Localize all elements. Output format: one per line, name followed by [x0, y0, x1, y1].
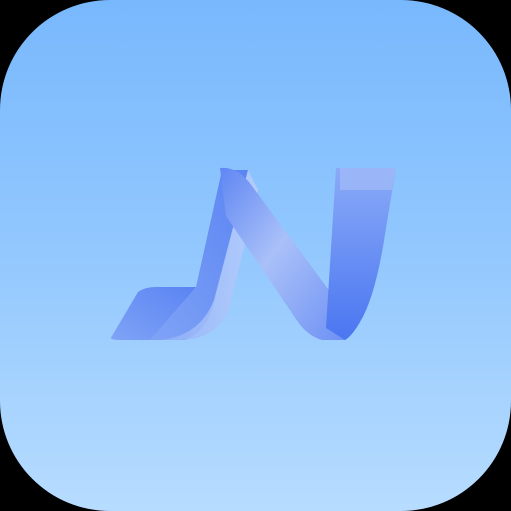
app-icon[interactable]: [0, 0, 511, 511]
logo-right-stroke: [326, 168, 396, 340]
logo-right-highlight: [340, 168, 396, 190]
n-ribbon-logo-icon: [111, 167, 396, 340]
